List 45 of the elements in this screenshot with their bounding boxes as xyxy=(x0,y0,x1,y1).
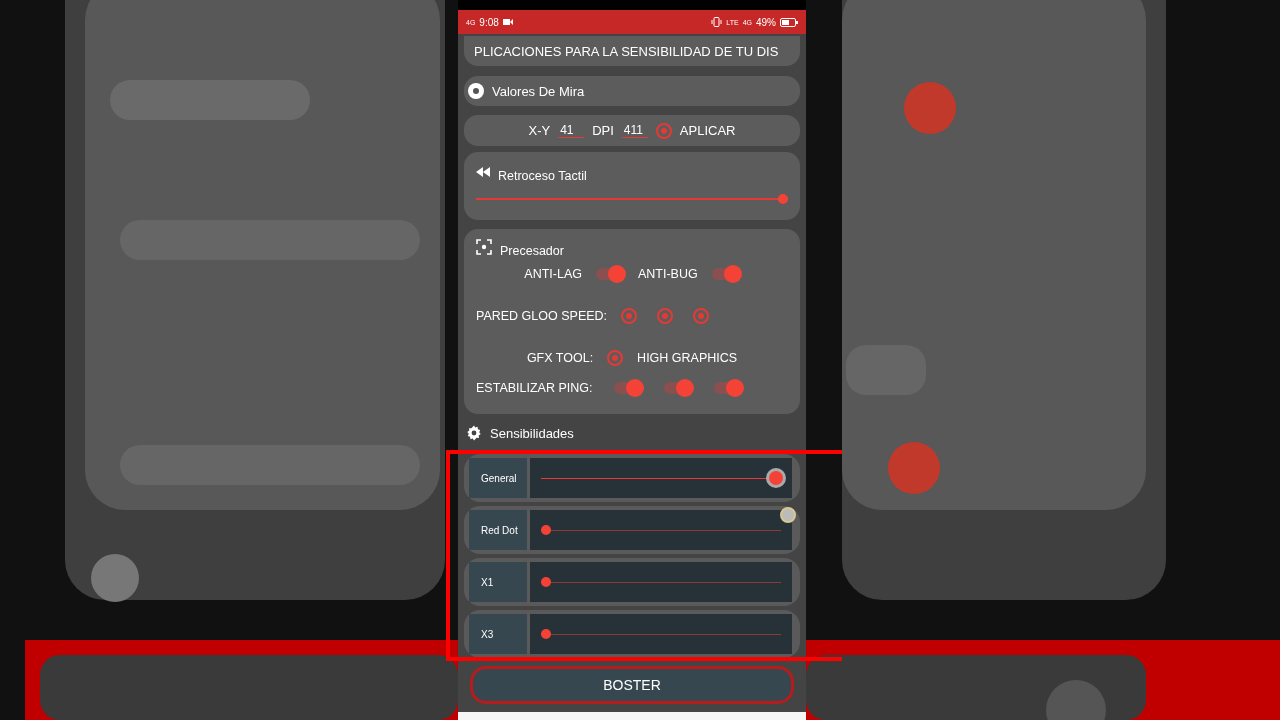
option-label: PARED GLOO SPEED: xyxy=(476,309,608,323)
toggle-switch[interactable] xyxy=(664,382,693,394)
slider-label: General xyxy=(469,458,527,498)
radio-label: HIGH GRAPHICS xyxy=(637,351,738,365)
field-label: X-Y xyxy=(528,123,551,138)
disc-icon xyxy=(468,83,484,99)
toggle-switch[interactable] xyxy=(595,268,624,280)
field-label: DPI xyxy=(592,123,614,138)
slider[interactable] xyxy=(530,458,792,498)
toggle-switch[interactable] xyxy=(614,382,643,394)
toggle-switch[interactable] xyxy=(711,268,740,280)
option-label: ESTABILIZAR PING: xyxy=(476,381,593,395)
slider[interactable] xyxy=(530,562,792,602)
battery-percent: 49% xyxy=(756,16,776,28)
rewind-icon xyxy=(476,167,490,177)
focus-icon xyxy=(476,239,492,255)
radio-button[interactable] xyxy=(621,308,638,324)
toggle-label: ANTI-LAG xyxy=(524,267,582,281)
toggle-label: ANTI-BUG xyxy=(637,267,698,281)
slider-label: Red Dot xyxy=(469,510,527,550)
toggle-switch[interactable] xyxy=(714,382,743,394)
section-title: Valores De Mira xyxy=(492,83,585,99)
slider[interactable] xyxy=(530,510,792,550)
slider[interactable] xyxy=(476,194,788,204)
boost-button[interactable]: BOSTER xyxy=(470,666,794,704)
slider[interactable] xyxy=(530,614,792,654)
option-label: GFX TOOL: xyxy=(526,351,594,365)
radio-button[interactable] xyxy=(693,308,710,324)
radio-label: APLICAR xyxy=(679,123,736,138)
slider-label: X1 xyxy=(469,562,527,602)
marquee-banner: PLICACIONES PARA LA SENSIBILIDAD DE TU DIS xyxy=(464,36,800,66)
radio-button[interactable] xyxy=(655,122,672,139)
input-field[interactable]: 411 xyxy=(621,123,648,138)
radio-button[interactable] xyxy=(607,350,624,366)
section-title: Retroceso Tactil xyxy=(498,169,587,183)
section-title: Sensibilidades xyxy=(490,425,574,441)
clock: 9:08 xyxy=(479,16,499,28)
slider-label: X3 xyxy=(469,614,527,654)
section-title: Precesador xyxy=(500,244,564,258)
video-camera-icon xyxy=(502,18,513,26)
radio-button[interactable] xyxy=(657,308,674,324)
battery-icon xyxy=(780,17,798,27)
input-field[interactable]: 41 xyxy=(558,123,585,138)
settings-icon xyxy=(466,425,482,441)
vibrate-icon xyxy=(711,17,723,27)
